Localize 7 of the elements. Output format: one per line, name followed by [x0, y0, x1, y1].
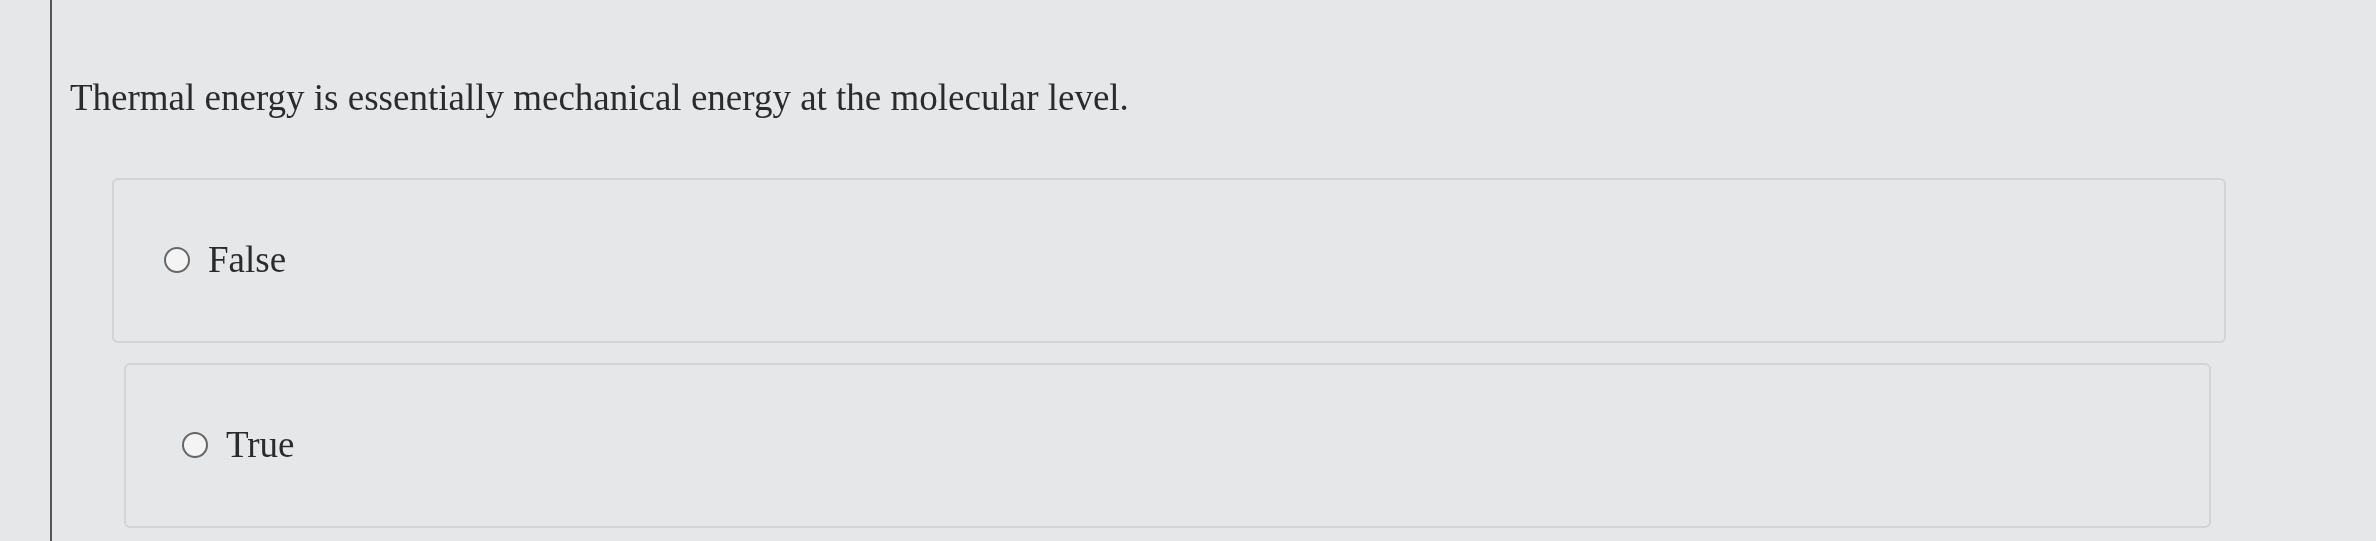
radio-button[interactable] — [182, 432, 208, 458]
option-label: True — [226, 423, 295, 468]
question-text: Thermal energy is essentially mechanical energy at the molecular level. — [70, 76, 1130, 120]
answer-option[interactable]: False — [112, 177, 2226, 343]
answer-option[interactable]: True — [124, 362, 2211, 528]
option-label: False — [208, 238, 287, 283]
radio-button[interactable] — [164, 247, 190, 273]
